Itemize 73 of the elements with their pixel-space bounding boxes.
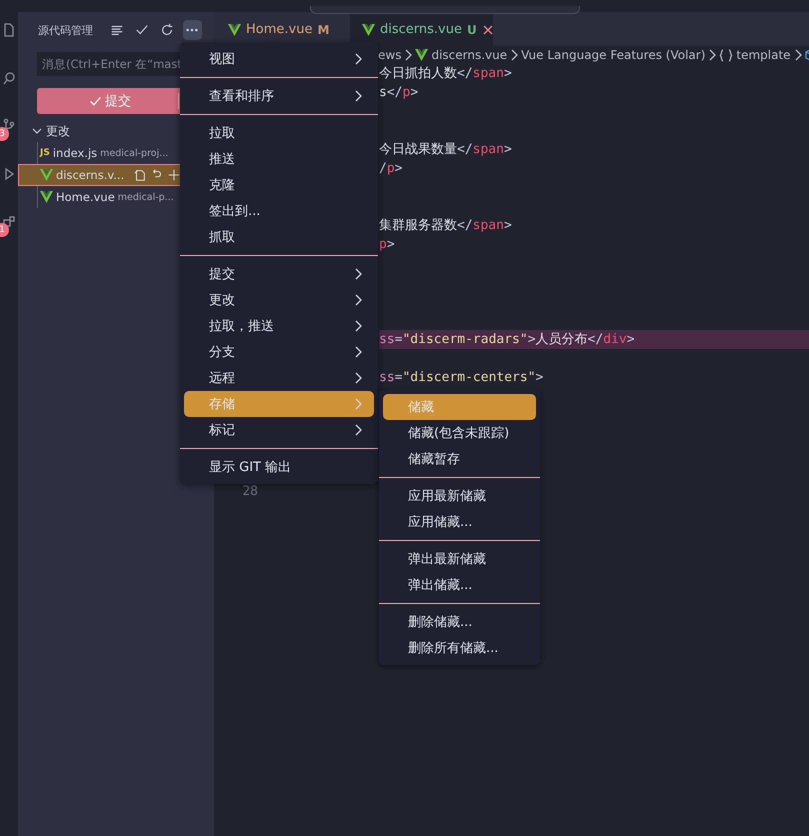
submenu-chevron-icon: [354, 53, 362, 65]
chevron-icon: [794, 49, 802, 61]
refresh-icon: [160, 23, 174, 37]
menu-item[interactable]: 拉取，推送: [184, 313, 374, 339]
close-icon[interactable]: [482, 24, 494, 36]
chevron-icon: [708, 49, 716, 61]
file-name: index.js: [52, 146, 98, 160]
file-path: medical-p...: [118, 192, 174, 202]
submenu-chevron-icon: [354, 398, 362, 410]
vue-icon: [362, 24, 375, 36]
menu-item[interactable]: 抓取: [184, 224, 374, 250]
file-name: discerns.v...: [56, 168, 124, 182]
js-file-icon: JS: [40, 148, 50, 158]
submenu-chevron-icon: [354, 90, 362, 102]
menu-item[interactable]: 删除储藏...: [383, 609, 536, 635]
menu-item[interactable]: 储藏暂存: [383, 446, 536, 472]
check-icon: [89, 94, 102, 108]
menu-item[interactable]: 应用储藏...: [383, 509, 536, 535]
command-center-field[interactable]: [310, 6, 580, 14]
submenu-chevron-icon: [354, 372, 362, 384]
menu-item[interactable]: 删除所有储藏...: [383, 635, 536, 661]
expand-chevron-icon[interactable]: [32, 126, 42, 136]
file-name: Home.vue: [56, 190, 115, 204]
breadcrumb-item[interactable]: discerns.vue: [431, 48, 508, 62]
menu-item[interactable]: 远程: [184, 365, 374, 391]
chevron-icon: [404, 49, 412, 61]
section-title: 更改: [46, 122, 70, 140]
breadcrumb-item[interactable]: Vue Language Features (Volar): [521, 48, 706, 62]
submenu-chevron-icon: [354, 294, 362, 306]
open-file-icon[interactable]: [133, 168, 148, 182]
breadcrumb-item[interactable]: ews: [378, 48, 402, 62]
list-icon: [110, 23, 124, 37]
code-line: ss="discerm-radars">人员分布</div>: [379, 331, 635, 349]
file-path: medical-proj...: [100, 148, 168, 158]
code-line: /p>: [379, 160, 402, 178]
menu-item[interactable]: 提交: [184, 261, 374, 287]
submenu-chevron-icon: [354, 346, 362, 358]
editor-tab[interactable]: discerns.vue U: [350, 12, 493, 46]
braces-icon: [719, 48, 734, 62]
menu-item[interactable]: 拉取: [184, 120, 374, 146]
menu-item[interactable]: 显示 GIT 输出: [184, 454, 374, 480]
submenu-chevron-icon: [354, 320, 362, 332]
count-badge: 3: [0, 127, 9, 141]
line-number: 28: [241, 484, 258, 499]
vue-icon: [40, 191, 53, 203]
plus-icon[interactable]: [167, 168, 182, 182]
submenu-chevron-icon: [354, 268, 362, 280]
search-icon: [1, 70, 17, 86]
menu-item[interactable]: 应用最新储藏: [383, 483, 536, 509]
code-line: s</p>: [379, 84, 418, 102]
vue-icon: [228, 24, 241, 36]
count-badge: 1: [0, 223, 9, 237]
vue-icon: [40, 169, 53, 181]
code-line: 今日战果数量</span>: [379, 141, 512, 159]
vue-icon: [415, 49, 428, 61]
menu-item[interactable]: 标记: [184, 417, 374, 443]
submenu-chevron-icon: [354, 424, 362, 436]
check-icon: [134, 23, 149, 37]
code-line: p>: [379, 236, 395, 254]
toolbar-button[interactable]: [182, 20, 202, 40]
chevron-icon: [510, 49, 518, 61]
code-line: ss="discerm-centers">: [379, 369, 544, 387]
menu-item[interactable]: 弹出最新储藏: [383, 546, 536, 572]
code-line: 集群服务器数</span>: [379, 217, 512, 235]
menu-item[interactable]: 储藏(包含未跟踪): [383, 420, 536, 446]
menu-item[interactable]: 签出到...: [184, 198, 374, 224]
breadcrumb-item[interactable]: template: [736, 48, 791, 62]
code-line: 今日抓拍人数</span>: [379, 65, 512, 83]
editor-tab[interactable]: Home.vue M: [216, 12, 350, 46]
menu-item[interactable]: 弹出储藏...: [383, 572, 536, 598]
menu-item[interactable]: 分支: [184, 339, 374, 365]
panel-title: 源代码管理: [38, 22, 93, 38]
menu-item[interactable]: 更改: [184, 287, 374, 313]
